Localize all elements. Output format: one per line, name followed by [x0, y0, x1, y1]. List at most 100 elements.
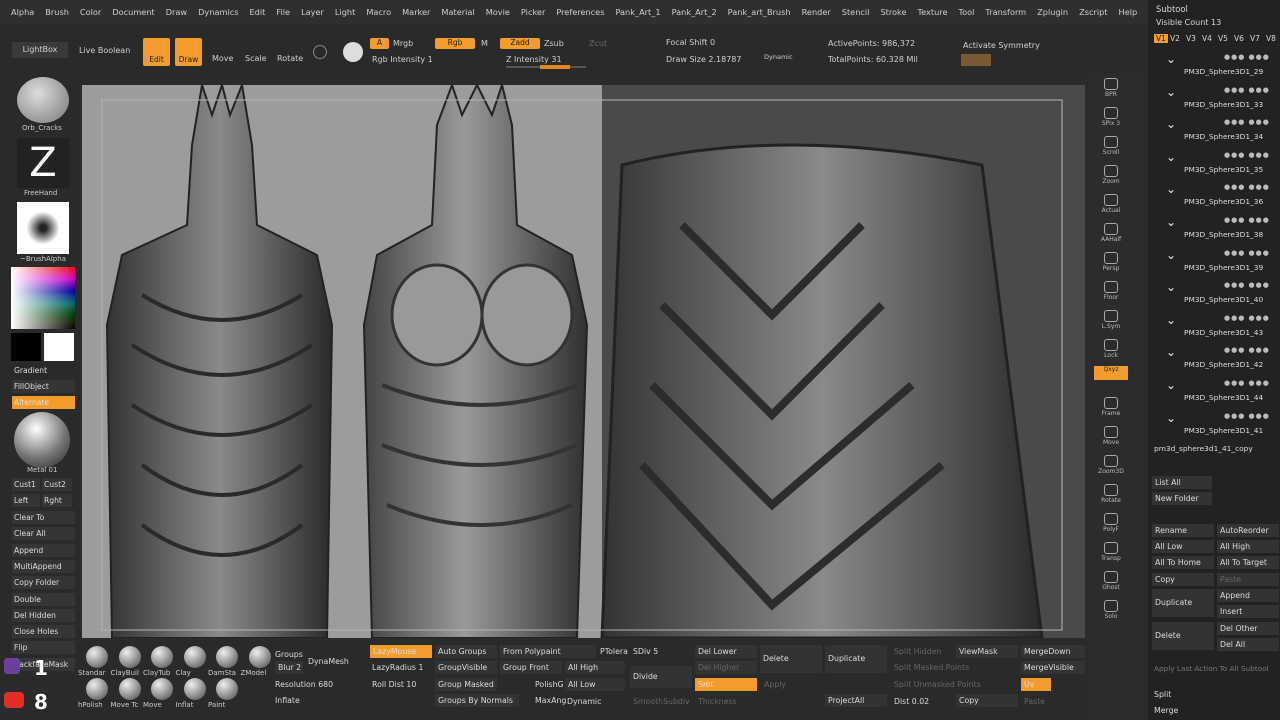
- right-shelf-button[interactable]: Solo: [1094, 598, 1128, 626]
- sdiv-slider[interactable]: SDiv 5: [633, 645, 658, 658]
- draw-button[interactable]: Draw: [175, 38, 202, 66]
- brush-thumbnail[interactable]: [17, 77, 69, 123]
- del-lower-button[interactable]: Del Lower: [695, 645, 757, 658]
- right-shelf-button[interactable]: Scroll: [1094, 134, 1128, 162]
- circle-icon[interactable]: [313, 45, 327, 59]
- group-visible-button[interactable]: GroupVisible: [435, 661, 497, 674]
- inflate-slider[interactable]: Inflate: [275, 694, 300, 707]
- material-thumbnail[interactable]: [14, 412, 70, 468]
- group-masked-button[interactable]: Group Masked: [435, 678, 497, 691]
- apply-button[interactable]: Apply: [764, 678, 786, 691]
- brush-sphere-icon[interactable]: [183, 678, 206, 700]
- material-sphere-icon[interactable]: [343, 42, 363, 62]
- brush-sphere-icon[interactable]: [183, 646, 206, 668]
- menu-item[interactable]: Pank_Art_2: [672, 7, 717, 17]
- menu-item[interactable]: Preferences: [556, 7, 604, 17]
- left-item[interactable]: Close Holes: [12, 625, 75, 639]
- split-menu[interactable]: Split: [1154, 688, 1171, 701]
- subtool-item[interactable]: ⌄●●● ●●●pm3d_sphere3d1_41_copy: [1148, 440, 1280, 472]
- merge-menu[interactable]: Merge: [1154, 704, 1178, 717]
- subtool-toggles[interactable]: ●●● ●●●: [1224, 346, 1270, 354]
- groups-button[interactable]: Groups: [275, 648, 303, 661]
- all-to-target-button[interactable]: All To Target: [1217, 556, 1279, 569]
- right-shelf-button[interactable]: Ghost: [1094, 569, 1128, 597]
- all-low-button[interactable]: All Low: [565, 678, 625, 691]
- menu-item[interactable]: Layer: [301, 7, 324, 17]
- right-button[interactable]: Rght: [42, 494, 72, 507]
- lazyradius-slider[interactable]: LazyRadius 1: [372, 661, 423, 674]
- menu-item[interactable]: Zplugin: [1037, 7, 1068, 17]
- group-front-button[interactable]: Group Front: [500, 661, 562, 674]
- menu-item[interactable]: Help: [1119, 7, 1138, 17]
- mrgb-button[interactable]: Mrgb: [393, 39, 413, 48]
- uv-button[interactable]: Uv: [1021, 678, 1051, 691]
- split-hidden-button[interactable]: Split Hidden: [894, 645, 941, 658]
- menu-item[interactable]: Stencil: [842, 7, 870, 17]
- copy-button[interactable]: Copy: [956, 694, 1018, 707]
- brush-sphere-icon[interactable]: [248, 646, 271, 668]
- left-button[interactable]: Left: [12, 494, 40, 507]
- left-item[interactable]: Clear To: [12, 511, 75, 524]
- subtool-tab[interactable]: V4: [1202, 34, 1212, 43]
- apply-last-action-button[interactable]: Apply Last Action To All Subtool: [1154, 662, 1269, 675]
- subtool-item[interactable]: ⌄ ●●● ●●● PM3D_Sphere3D1_42: [1148, 342, 1280, 374]
- rgb-button[interactable]: Rgb: [435, 38, 475, 49]
- menu-item[interactable]: Movie: [486, 7, 510, 17]
- auto-groups-button[interactable]: Auto Groups: [435, 645, 497, 658]
- new-folder-button[interactable]: New Folder: [1152, 492, 1212, 505]
- subtool-tab[interactable]: V1: [1154, 34, 1168, 43]
- alpha-thumbnail[interactable]: [17, 202, 69, 254]
- list-all-button[interactable]: List All: [1152, 476, 1212, 489]
- menu-item[interactable]: Color: [80, 7, 101, 17]
- move-button[interactable]: Move: [212, 54, 233, 63]
- duplicate-button[interactable]: Duplicate: [825, 645, 887, 673]
- focal-shift-slider[interactable]: Focal Shift 0: [666, 38, 715, 47]
- right-shelf-button[interactable]: L.Sym: [1094, 308, 1128, 336]
- brush-sphere-icon[interactable]: [216, 646, 238, 668]
- left-item[interactable]: Flip: [12, 641, 75, 655]
- right-shelf-button[interactable]: Zoom: [1094, 163, 1128, 191]
- menu-item[interactable]: Picker: [521, 7, 545, 17]
- left-item[interactable]: Double: [12, 592, 75, 606]
- z-intensity-slider[interactable]: Z Intensity 31: [506, 55, 562, 64]
- menu-item[interactable]: File: [276, 7, 290, 17]
- divide-button[interactable]: Divide: [630, 666, 692, 688]
- polishg-button[interactable]: PolishG: [535, 678, 564, 691]
- stroke-thumbnail[interactable]: Z: [17, 138, 69, 188]
- left-item[interactable]: Copy Folder: [12, 576, 75, 590]
- duplicate-button[interactable]: Duplicate: [1152, 589, 1214, 617]
- cust2-button[interactable]: Cust2: [42, 478, 72, 491]
- blur-slider[interactable]: Blur 2: [275, 661, 303, 674]
- insert-button[interactable]: Insert: [1217, 605, 1279, 618]
- m-button[interactable]: M: [481, 39, 488, 48]
- rolldist-slider[interactable]: Roll Dist 10: [372, 678, 416, 691]
- all-low-button[interactable]: All Low: [1152, 540, 1214, 553]
- menu-item[interactable]: Material: [441, 7, 474, 17]
- fillobject-button[interactable]: FillObject: [12, 380, 75, 393]
- menu-item[interactable]: Transform: [985, 7, 1026, 17]
- menu-item[interactable]: Macro: [366, 7, 391, 17]
- subtool-toggles[interactable]: ●●● ●●●: [1224, 118, 1270, 126]
- right-shelf-button[interactable]: AAHalf: [1094, 221, 1128, 249]
- append-button[interactable]: Append: [1217, 589, 1279, 602]
- all-high-button[interactable]: All High: [565, 661, 625, 674]
- live-boolean-button[interactable]: Live Boolean: [79, 46, 130, 55]
- main-color-swatch[interactable]: [44, 333, 74, 361]
- right-shelf-button[interactable]: Persp: [1094, 250, 1128, 278]
- paste-button[interactable]: Paste: [1217, 573, 1279, 586]
- rotate-button[interactable]: Rotate: [277, 54, 303, 63]
- right-shelf-button[interactable]: SPix 3: [1094, 105, 1128, 133]
- a-button[interactable]: A: [370, 38, 389, 49]
- projectall-button[interactable]: ProjectAll: [825, 694, 887, 707]
- brush-sphere-icon[interactable]: [118, 678, 141, 700]
- subtool-tab[interactable]: V3: [1186, 34, 1196, 43]
- menu-item[interactable]: Marker: [402, 7, 430, 17]
- subtool-item[interactable]: ⌄ ●●● ●●● PM3D_Sphere3D1_44: [1148, 375, 1280, 407]
- symmetry-x-toggle[interactable]: [961, 54, 991, 66]
- subtool-tab[interactable]: V7: [1250, 34, 1260, 43]
- subtool-item[interactable]: ⌄ ●●● ●●● PM3D_Sphere3D1_35: [1148, 147, 1280, 179]
- from-polypaint-button[interactable]: From Polypaint: [500, 645, 596, 658]
- brush-sphere-icon[interactable]: [216, 678, 238, 700]
- subtool-toggles[interactable]: ●●● ●●●: [1224, 53, 1270, 61]
- gradient-button[interactable]: Gradient: [12, 364, 75, 377]
